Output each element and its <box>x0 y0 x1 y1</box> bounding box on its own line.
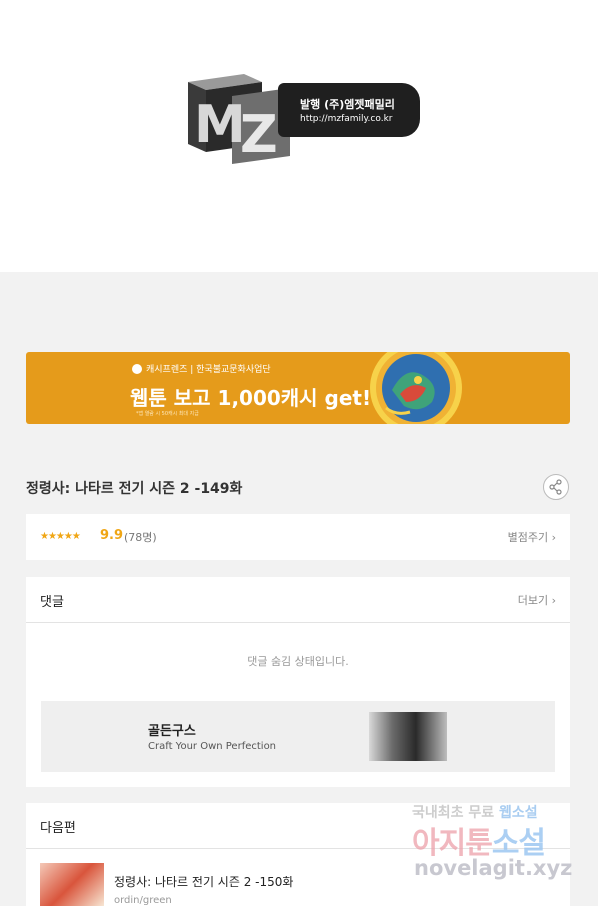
next-episode-title[interactable]: 정령사: 나타르 전기 시즌 2 -150화 <box>114 873 293 890</box>
publisher-url: http://mzfamily.co.kr <box>300 114 393 124</box>
comments-card: 댓글 더보기 › 댓글 숨김 상태입니다. 골든구스 Craft Your Ow… <box>26 577 570 787</box>
publisher-title: 발행 (주)엠젯패밀리 <box>300 98 395 111</box>
ad-tagline: Craft Your Own Perfection <box>148 741 277 752</box>
banner-headline: 웹툰 보고 1,000캐시 get! <box>130 386 372 410</box>
ad-image <box>369 712 447 761</box>
cashfriends-icon <box>132 363 142 374</box>
share-icon <box>549 479 562 495</box>
publisher-info: 발행 (주)엠젯패밀리 http://mzfamily.co.kr <box>278 83 420 137</box>
site-watermark: 국내최초 무료 웹소설 아지툰소설 novelagit.xyz <box>412 800 592 900</box>
chevron-right-icon: › <box>548 594 556 607</box>
next-episode-thumbnail[interactable] <box>40 863 104 906</box>
episode-title: 정령사: 나타르 전기 시즌 2 -149화 <box>26 481 243 497</box>
comments-more-label: 더보기 <box>517 594 549 607</box>
promo-banner[interactable]: 캐시프렌즈 | 한국불교문화사업단 웹툰 보고 1,000캐시 get! *앱 … <box>26 352 570 424</box>
rate-button[interactable]: 별점주기 › <box>508 529 556 545</box>
comments-more-button[interactable]: 더보기 › <box>518 592 556 608</box>
svg-text:M: M <box>194 95 246 155</box>
banner-brand-text: 캐시프렌즈 | 한국불교문화사업단 <box>146 365 271 375</box>
rating-count: (78명) <box>124 531 157 544</box>
publisher-logo: M Z 발행 (주)엠젯패밀리 http://mzfamily.co.kr <box>182 72 424 164</box>
comments-header: 댓글 더보기 › <box>26 577 570 623</box>
rate-button-label: 별점주기 <box>507 531 549 544</box>
chevron-right-icon: › <box>548 531 556 544</box>
next-title: 다음편 <box>40 821 76 836</box>
publisher-area: M Z 발행 (주)엠젯패밀리 http://mzfamily.co.kr <box>0 0 598 272</box>
rating-score: 9.9 <box>100 528 124 543</box>
rating-card: ★★★★★ 9.9 (78명) 별점주기 › <box>26 514 570 560</box>
comments-title: 댓글 <box>40 595 64 610</box>
ad-banner[interactable]: 골든구스 Craft Your Own Perfection <box>41 701 555 772</box>
share-button[interactable] <box>543 474 569 500</box>
banner-brand: 캐시프렌즈 | 한국불교문화사업단 <box>132 362 271 375</box>
watermark-line3: novelagit.xyz <box>414 856 573 880</box>
rating-stars: ★★★★★ <box>40 531 81 542</box>
svg-text:Z: Z <box>240 105 278 164</box>
next-episode-author: ordin/green <box>114 895 172 906</box>
banner-note: *앱 열람 시 50캐시 최대 지급 <box>136 411 199 417</box>
ad-brand: 골든구스 <box>148 724 196 739</box>
comments-hidden-message: 댓글 숨김 상태입니다. <box>247 655 349 668</box>
dragon-illustration-icon <box>370 352 462 424</box>
mz-logo-icon: M Z <box>188 74 290 164</box>
